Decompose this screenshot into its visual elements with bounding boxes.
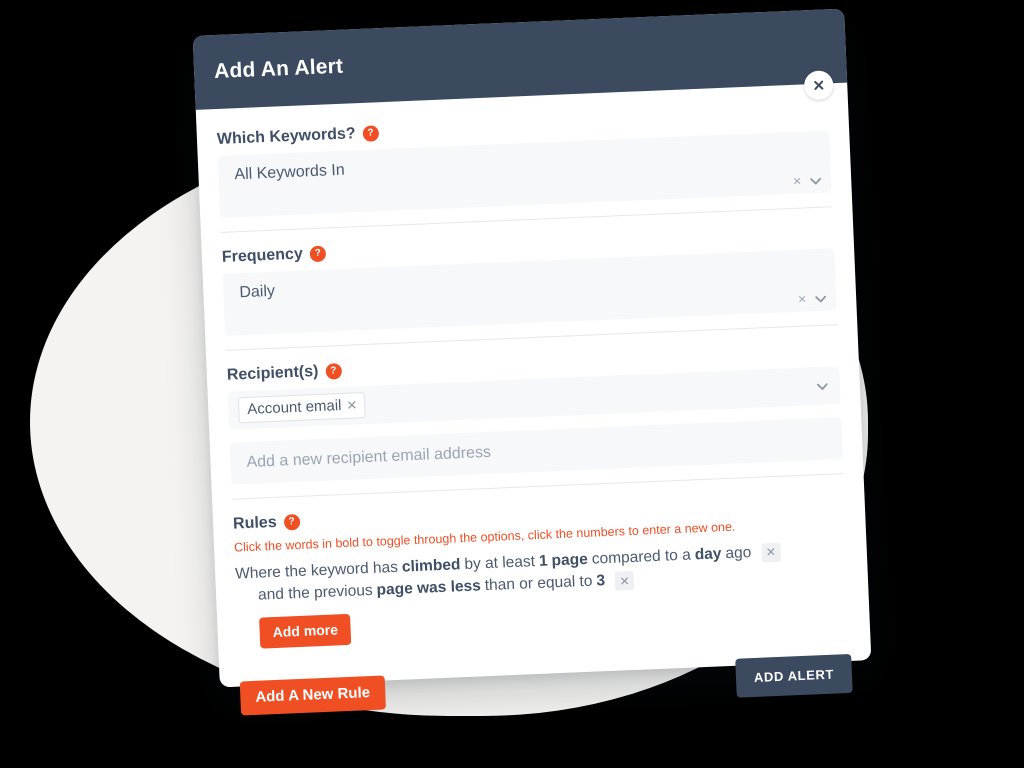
help-icon-recipients[interactable]: ? xyxy=(325,363,342,380)
add-a-new-rule-button[interactable]: Add A New Rule xyxy=(239,675,386,716)
rule1-text-2: by at least xyxy=(464,553,536,574)
rule2-text-1: and the previous xyxy=(257,582,373,605)
chevron-down-icon-frequency[interactable] xyxy=(815,291,827,304)
rule1-amount-input[interactable]: 1 xyxy=(539,551,549,574)
recipient-chip-label: Account email xyxy=(246,397,342,418)
frequency-label: Frequency xyxy=(221,245,304,266)
help-icon-keywords[interactable]: ? xyxy=(362,125,379,142)
add-alert-submit-button[interactable]: ADD ALERT xyxy=(735,653,853,698)
rule2-comparator-toggle[interactable]: page was less xyxy=(376,576,481,603)
delete-icon-rule-1[interactable]: ✕ xyxy=(760,542,781,563)
keywords-selected-value: All Keywords In xyxy=(234,161,346,184)
rule1-period-toggle[interactable]: day xyxy=(694,543,722,567)
keywords-label: Which Keywords? xyxy=(216,125,356,149)
help-icon-rules[interactable]: ? xyxy=(283,513,300,531)
help-icon-frequency[interactable]: ? xyxy=(309,245,327,263)
recipient-chip[interactable]: Account email ✕ xyxy=(237,392,366,424)
frequency-select-controls: × xyxy=(798,290,827,307)
add-more-button[interactable]: Add more xyxy=(259,613,352,649)
rule2-value-input[interactable]: 3 xyxy=(596,571,606,594)
recipients-label: Recipient(s) xyxy=(226,362,319,384)
rule1-condition-toggle[interactable]: climbed xyxy=(401,554,461,579)
add-alert-dialog: Add An Alert Which Keywords? ? All Keywo… xyxy=(192,8,872,716)
new-recipient-input[interactable] xyxy=(229,417,843,485)
dialog-title: Add An Alert xyxy=(213,54,344,84)
page-background: Add An Alert Which Keywords? ? All Keywo… xyxy=(0,0,1024,768)
rules-label: Rules xyxy=(232,513,278,533)
rule1-unit-toggle[interactable]: page xyxy=(551,549,588,573)
chevron-down-icon-recipients[interactable] xyxy=(816,379,829,392)
remove-icon-recipient-chip[interactable]: ✕ xyxy=(346,397,358,412)
dialog-body: Which Keywords? ? All Keywords In × Freq… xyxy=(196,83,870,651)
rule2-text-2: than or equal to xyxy=(484,573,593,595)
rule1-text-4: ago xyxy=(725,544,752,563)
frequency-selected-value: Daily xyxy=(239,282,276,302)
clear-icon-keywords[interactable]: × xyxy=(793,173,802,189)
keywords-select-controls: × xyxy=(793,173,822,189)
clear-icon-frequency[interactable]: × xyxy=(798,290,807,306)
chevron-down-icon-keywords[interactable] xyxy=(810,173,822,186)
rule1-text-3: compared to a xyxy=(591,546,692,568)
delete-icon-rule-2[interactable]: ✕ xyxy=(614,571,635,591)
